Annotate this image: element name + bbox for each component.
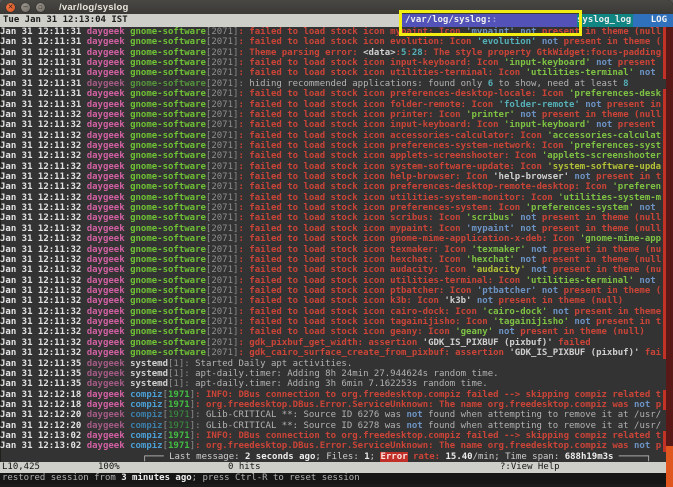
close-button[interactable]: ✕	[6, 3, 15, 12]
log-line: Jan 31 12:11:32 daygeek gnome-software[2…	[0, 265, 666, 275]
current-file-segment: /var/log/syslog::	[401, 14, 577, 27]
log-line: Jan 31 12:11:32 daygeek gnome-software[2…	[0, 182, 666, 192]
log-line: Jan 31 12:11:32 daygeek gnome-software[2…	[0, 255, 666, 265]
log-line: Jan 31 12:11:32 daygeek gnome-software[2…	[0, 296, 666, 306]
log-line: Jan 31 12:11:32 daygeek gnome-software[2…	[0, 234, 666, 244]
log-line: Jan 31 12:12:18 daygeek compiz[1971]: IN…	[0, 390, 666, 400]
search-hits-text: 0 hits	[228, 462, 261, 473]
bottom-filler	[0, 484, 666, 487]
maximize-button[interactable]: ▫	[36, 3, 45, 12]
log-line: Jan 31 12:11:31 daygeek gnome-software[2…	[0, 89, 666, 99]
log-line: Jan 31 12:11:32 daygeek gnome-software[2…	[0, 141, 666, 151]
log-format-segment: syslog_log:	[577, 14, 633, 27]
log-line: Jan 31 12:11:32 daygeek gnome-software[2…	[0, 213, 666, 223]
log-line: Jan 31 12:11:32 daygeek gnome-software[2…	[0, 172, 666, 182]
terminal-window: ✕ − ▫ /var/log/syslog Tue Jan 31 12:13:0…	[0, 0, 673, 487]
topbar-spacer	[128, 14, 401, 27]
log-line: Jan 31 12:11:32 daygeek gnome-software[2…	[0, 193, 666, 203]
log-line: Jan 31 12:11:32 daygeek gnome-software[2…	[0, 327, 666, 337]
log-line: Jan 31 12:11:31 daygeek gnome-software[2…	[0, 27, 666, 37]
line-position-text: L10,425	[2, 462, 40, 473]
minimize-button[interactable]: −	[21, 3, 30, 12]
log-line: Jan 31 12:11:32 daygeek gnome-software[2…	[0, 131, 666, 141]
lnav-top-status-bar: Tue Jan 31 12:13:04 IST /var/log/syslog:…	[0, 14, 673, 27]
log-line: Jan 31 12:11:31 daygeek gnome-software[2…	[0, 79, 666, 89]
log-line: Jan 31 12:11:32 daygeek gnome-software[2…	[0, 162, 666, 172]
log-line: Jan 31 12:11:32 daygeek gnome-software[2…	[0, 120, 666, 130]
log-line: Jan 31 12:11:35 daygeek systemd[1]: Star…	[0, 359, 666, 369]
log-line: Jan 31 12:11:31 daygeek gnome-software[2…	[0, 48, 666, 58]
log-line: Jan 31 12:11:32 daygeek gnome-software[2…	[0, 317, 666, 327]
log-line: Jan 31 12:11:32 daygeek gnome-software[2…	[0, 338, 666, 348]
session-message-line: restored session from 3 minutes ago; pre…	[0, 473, 666, 484]
scrollbar-track[interactable]	[666, 27, 673, 487]
log-line: Jan 31 12:11:32 daygeek gnome-software[2…	[0, 348, 666, 358]
scrollbar-handle[interactable]	[666, 446, 673, 487]
log-line: Jan 31 12:11:32 daygeek gnome-software[2…	[0, 276, 666, 286]
log-line: Jan 31 12:11:31 daygeek gnome-software[2…	[0, 37, 666, 47]
log-line: Jan 31 12:12:20 daygeek compiz[1971]: GL…	[0, 421, 666, 431]
last-message-overlay: ┌─── Last message: 2 seconds ago; Files:…	[0, 452, 666, 462]
log-line: Jan 31 12:11:31 daygeek gnome-software[2…	[0, 100, 666, 110]
log-line: Jan 31 12:11:32 daygeek gnome-software[2…	[0, 307, 666, 317]
clock-text: Tue Jan 31 12:13:04 IST	[0, 14, 128, 27]
log-line: Jan 31 12:11:32 daygeek gnome-software[2…	[0, 151, 666, 161]
log-line: Jan 31 12:11:32 daygeek gnome-software[2…	[0, 245, 666, 255]
log-line: Jan 31 12:11:32 daygeek gnome-software[2…	[0, 110, 666, 120]
lnav-bottom-status-bar: L10,425 100% 0 hits ?:View Help	[0, 462, 666, 473]
log-line: Jan 31 12:11:32 daygeek gnome-software[2…	[0, 224, 666, 234]
log-line: Jan 31 12:11:31 daygeek gnome-software[2…	[0, 68, 666, 78]
window-titlebar: ✕ − ▫ /var/log/syslog	[0, 0, 673, 14]
log-line: Jan 31 12:11:31 daygeek gnome-software[2…	[0, 58, 666, 68]
log-view[interactable]: Jan 31 12:11:31 daygeek gnome-software[2…	[0, 27, 666, 452]
view-help-hint: ?:View Help	[500, 462, 560, 473]
log-line: Jan 31 12:11:32 daygeek gnome-software[2…	[0, 203, 666, 213]
log-line: Jan 31 12:11:35 daygeek systemd[1]: apt-…	[0, 369, 666, 379]
log-line: Jan 31 12:12:18 daygeek compiz[1971]: or…	[0, 400, 666, 410]
view-name-segment: LOG	[633, 14, 673, 27]
log-line: Jan 31 12:13:02 daygeek compiz[1971]: IN…	[0, 431, 666, 441]
log-line: Jan 31 12:11:32 daygeek gnome-software[2…	[0, 286, 666, 296]
log-line: Jan 31 12:11:35 daygeek systemd[1]: apt-…	[0, 379, 666, 389]
scroll-percent-text: 100%	[98, 462, 120, 473]
window-title: /var/log/syslog	[59, 2, 129, 13]
log-line: Jan 31 12:13:02 daygeek compiz[1971]: or…	[0, 441, 666, 451]
log-line: Jan 31 12:12:20 daygeek compiz[1971]: GL…	[0, 410, 666, 420]
